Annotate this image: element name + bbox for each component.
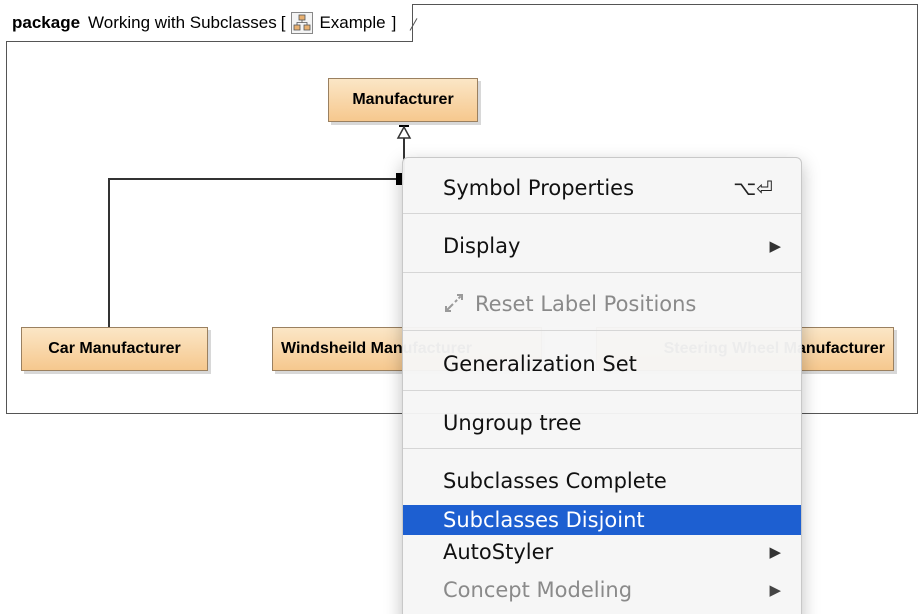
submenu-arrow-icon: ▶ — [769, 543, 781, 561]
menu-separator — [403, 448, 801, 449]
menu-item-subclasses-disjoint[interactable]: Subclasses Disjoint — [403, 505, 801, 535]
menu-item-label: Concept Modeling — [443, 578, 633, 602]
submenu-arrow-icon: ▶ — [769, 237, 781, 255]
generalization-bus[interactable] — [108, 178, 404, 180]
menu-separator — [403, 213, 801, 214]
menu-item-label: AutoStyler — [443, 540, 554, 564]
menu-item-label: Generalization Set — [443, 352, 637, 376]
menu-item-autostyler[interactable]: AutoStyler ▶ — [403, 536, 801, 568]
class-car-manufacturer[interactable]: Car Manufacturer — [21, 327, 208, 371]
menu-item-label: Subclasses Disjoint — [443, 508, 645, 532]
frame-header: package Working with Subclasses [ Exampl… — [6, 4, 414, 42]
class-diagram-icon — [291, 11, 314, 34]
menu-item-label: Display — [443, 234, 521, 258]
diagram-canvas[interactable]: package Working with Subclasses [ Exampl… — [0, 0, 920, 614]
menu-item-ungroup-tree[interactable]: Ungroup tree — [403, 407, 801, 439]
frame-bracket-open: [ — [280, 12, 286, 32]
context-menu: Symbol Properties ⌥⏎ Display ▶ Reset Lab… — [402, 157, 802, 614]
menu-item-label: Subclasses Complete — [443, 469, 667, 493]
frame-bracket-close: ] — [391, 12, 397, 32]
menu-item-label: Ungroup tree — [443, 411, 582, 435]
menu-item-label: Symbol Properties — [443, 176, 635, 200]
menu-item-symbol-properties[interactable]: Symbol Properties ⌥⏎ — [403, 172, 801, 204]
frame-keyword: package — [12, 12, 81, 32]
submenu-arrow-icon: ▶ — [769, 581, 781, 599]
menu-item-label: Reset Label Positions — [475, 292, 697, 316]
class-manufacturer[interactable]: Manufacturer — [328, 78, 478, 122]
menu-separator — [403, 330, 801, 331]
menu-separator — [403, 272, 801, 273]
menu-separator — [403, 390, 801, 391]
shortcut-label: ⌥⏎ — [733, 176, 773, 200]
menu-item-subclasses-complete[interactable]: Subclasses Complete — [403, 465, 801, 497]
menu-item-concept-modeling[interactable]: Concept Modeling ▶ — [403, 574, 801, 606]
generalization-car-branch[interactable] — [108, 178, 110, 328]
frame-title: Working with Subclasses — [88, 12, 277, 32]
frame-diagram-name: Example — [319, 12, 386, 32]
menu-item-reset-label-positions[interactable]: Reset Label Positions — [403, 288, 801, 320]
menu-item-generalization-set[interactable]: Generalization Set — [403, 348, 801, 380]
reset-labels-icon — [443, 294, 465, 314]
menu-item-display[interactable]: Display ▶ — [403, 230, 801, 262]
